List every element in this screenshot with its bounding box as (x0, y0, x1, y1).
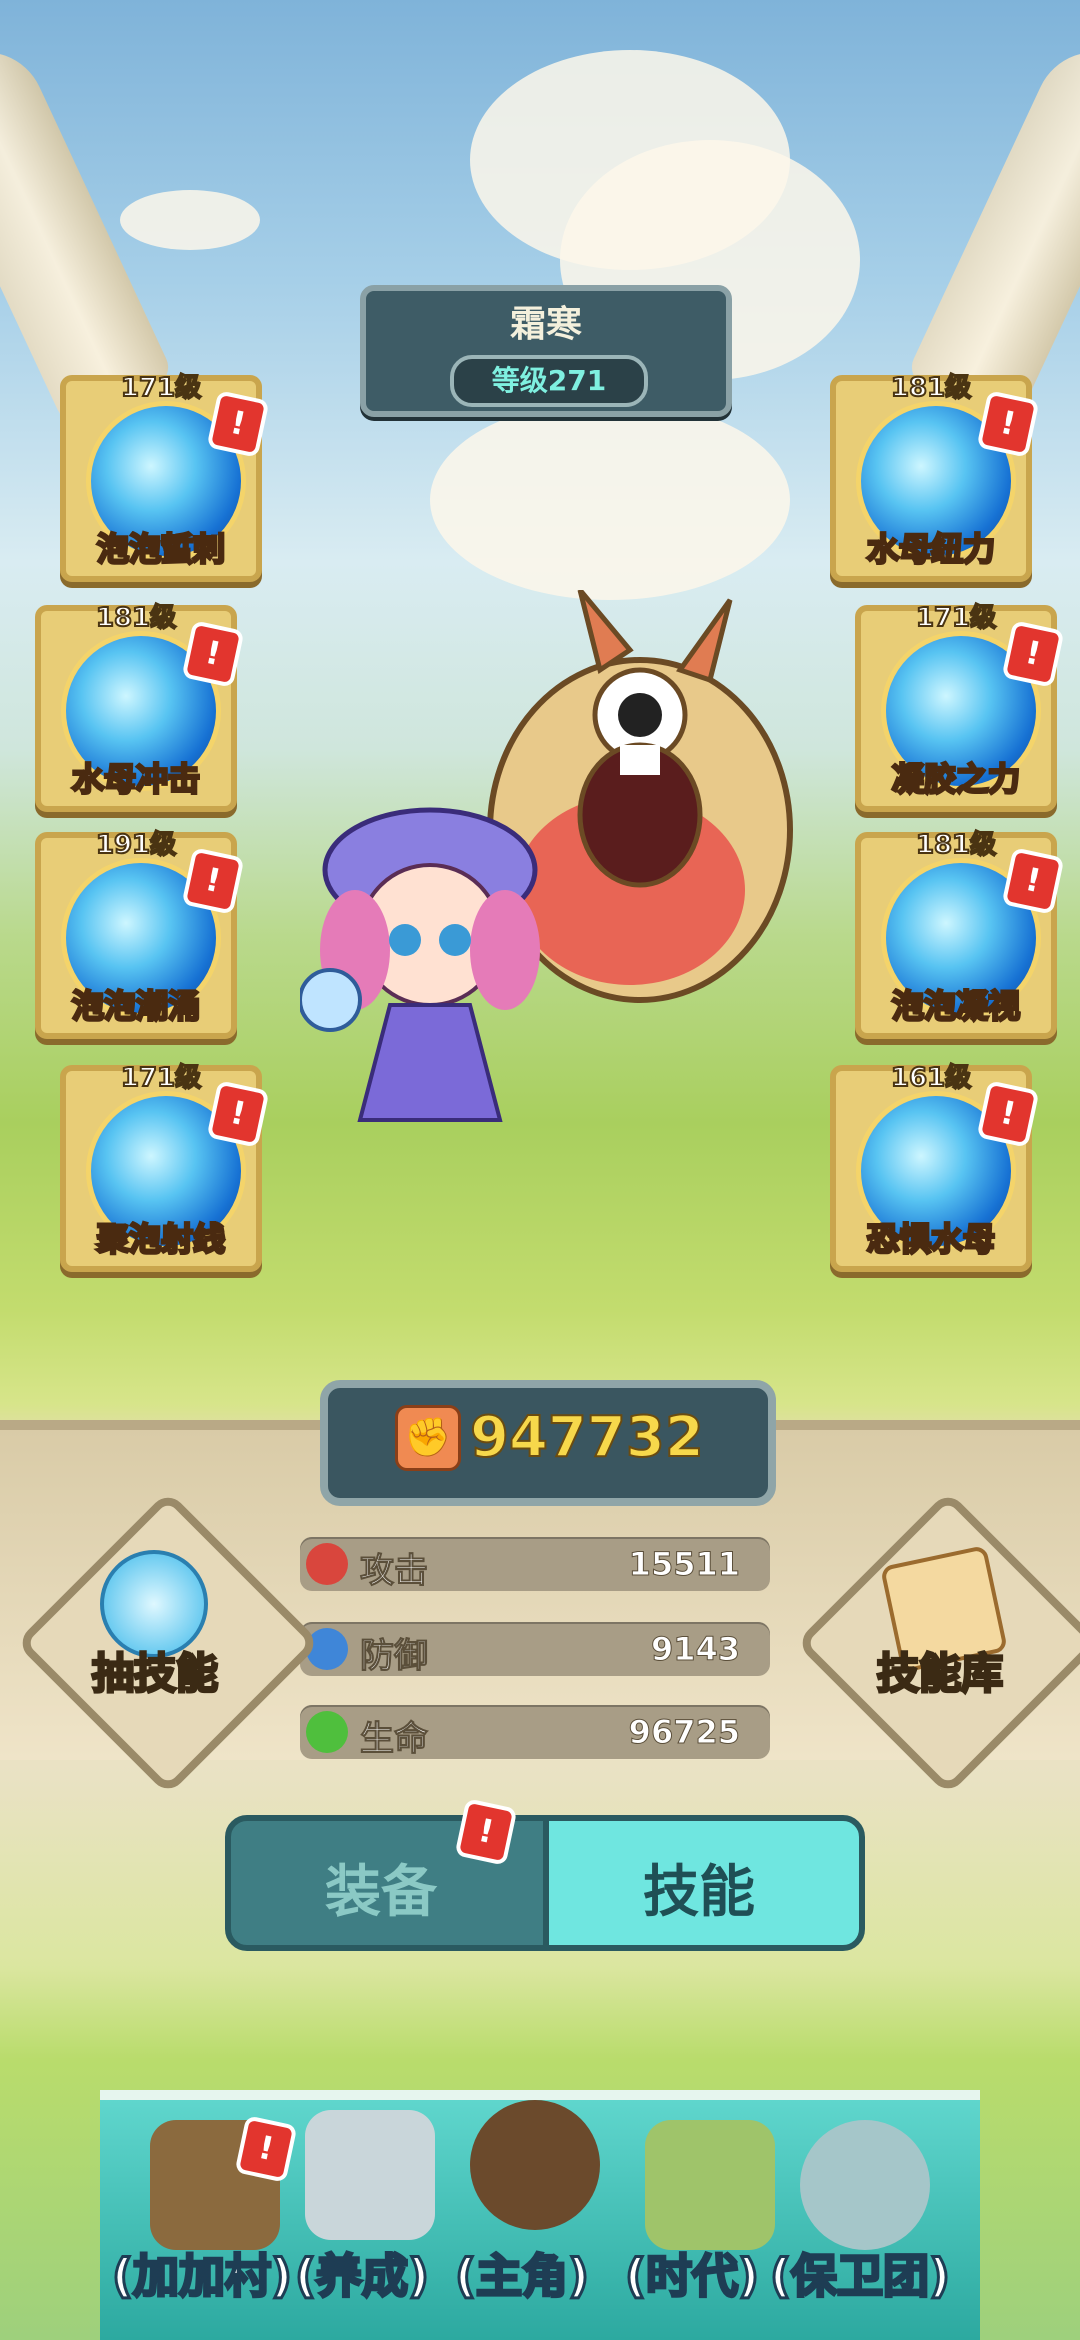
alert-badge-icon: ! (1001, 847, 1065, 915)
alert-badge-icon: ! (976, 390, 1040, 458)
alert-badge-icon: ! (181, 620, 245, 688)
game-scene: 霜寒 等级271 171级 泡泡蜇刺 ! 181级 水母冲击 ! 191级 泡泡… (0, 0, 1080, 2340)
skill-name: 凝胶之力 (890, 759, 1021, 800)
hero-character (300, 807, 540, 1122)
skill-card[interactable]: 171级 凝胶之力 ! (855, 602, 1065, 812)
stat-value: 96725 (628, 1713, 740, 1752)
heart-icon (306, 1711, 348, 1753)
cloud (430, 400, 790, 600)
skill-card[interactable]: 181级 泡泡凝视 ! (855, 829, 1065, 1039)
alert-badge-icon: ! (1001, 620, 1065, 688)
nav-village[interactable]: (加加村) (110, 2240, 293, 2306)
axe-icon[interactable] (305, 2110, 435, 2240)
tab-bar: 装备 技能 ! (225, 1798, 865, 1951)
hero-level: 等级271 (450, 355, 648, 407)
stat-value: 9143 (650, 1630, 740, 1669)
stat-attack: 攻击 15511 (300, 1537, 770, 1592)
nav-develop[interactable]: (养成) (293, 2240, 430, 2306)
stat-defense: 防御 9143 (300, 1622, 770, 1677)
alert-badge-icon: ! (206, 390, 270, 458)
skill-card[interactable]: 181级 水母纽力 ! (830, 372, 1040, 582)
nav-era[interactable]: (时代) (623, 2240, 760, 2306)
nav-hero[interactable]: (主角) (453, 2240, 590, 2306)
skill-card[interactable]: 171级 泡泡蜇刺 ! (60, 372, 270, 582)
skill-card[interactable]: 161级 恐惧水母 ! (830, 1062, 1040, 1272)
cloud (120, 190, 260, 250)
skill-name: 水母纽力 (865, 529, 996, 570)
skill-card[interactable]: 171级 聚泡射线 ! (60, 1062, 270, 1272)
skill-name: 泡泡蜇刺 (95, 529, 226, 570)
skill-name: 聚泡射线 (95, 1219, 226, 1260)
sword-icon (306, 1543, 348, 1585)
guard-icon[interactable] (800, 2120, 930, 2250)
stat-label: 攻击 (360, 1551, 429, 1592)
skill-card[interactable]: 191级 泡泡潮涌 ! (35, 829, 245, 1039)
hero-name: 霜寒 (509, 304, 582, 345)
tab-skills[interactable]: 技能 (543, 1815, 865, 1951)
combat-power: 947732 (469, 1404, 705, 1471)
skill-library-label[interactable]: 技能库 (830, 1640, 1050, 1701)
alert-badge-icon: ! (976, 1080, 1040, 1148)
hero-face-icon[interactable] (470, 2100, 600, 2230)
stat-label: 防御 (360, 1636, 429, 1677)
stat-label: 生命 (360, 1719, 429, 1760)
nav-guard[interactable]: (保卫团) (768, 2240, 951, 2306)
tab-skills-label: 技能 (643, 1860, 755, 1925)
alert-badge-icon: ! (206, 1080, 270, 1148)
stat-hp: 生命 96725 (300, 1705, 770, 1760)
skill-name: 恐惧水母 (865, 1219, 996, 1260)
scroll-icon[interactable] (645, 2120, 775, 2250)
fist-icon: ✊ (395, 1405, 461, 1471)
skill-card[interactable]: 181级 水母冲击 ! (35, 602, 245, 812)
stat-value: 15511 (628, 1545, 740, 1584)
alert-badge-icon: ! (181, 847, 245, 915)
skill-name: 水母冲击 (70, 759, 201, 800)
skill-name: 泡泡潮涌 (70, 986, 201, 1027)
draw-skill-label[interactable]: 抽技能 (45, 1640, 265, 1701)
skill-name: 泡泡凝视 (890, 986, 1021, 1027)
